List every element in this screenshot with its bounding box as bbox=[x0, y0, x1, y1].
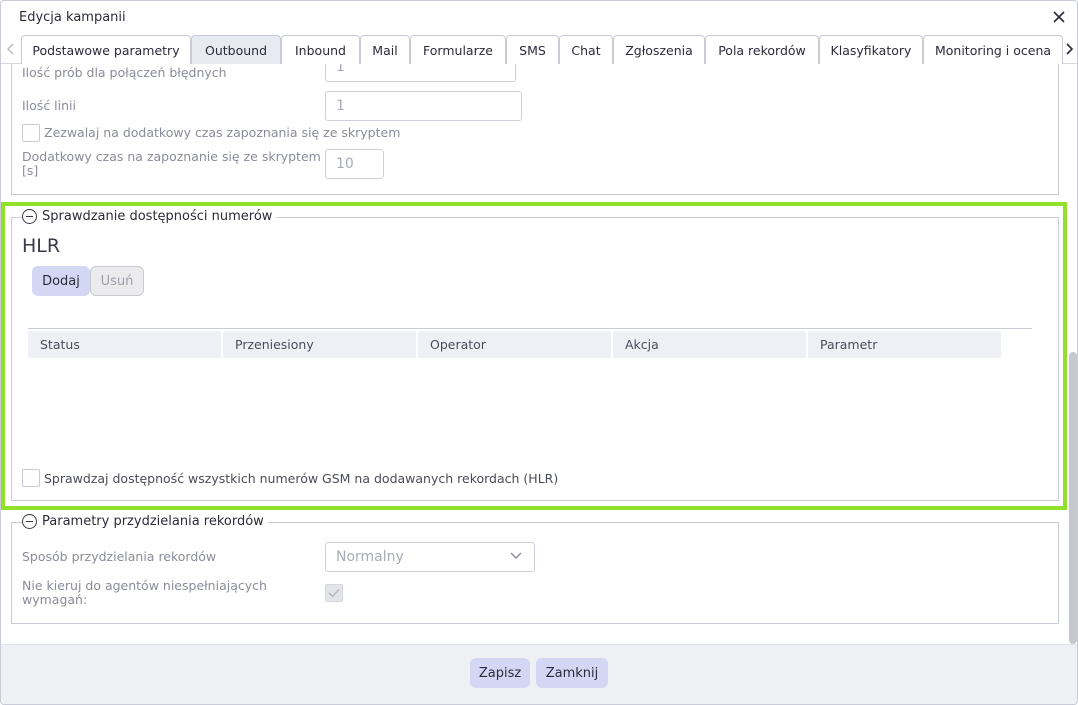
tab-mail[interactable]: Mail bbox=[360, 35, 410, 64]
tab-klasyfikatory[interactable]: Klasyfikatory bbox=[819, 35, 923, 64]
failed-attempts-input[interactable]: 1 bbox=[325, 64, 516, 82]
tab-chat[interactable]: Chat bbox=[559, 35, 613, 64]
column-header-akcja[interactable]: Akcja bbox=[613, 331, 806, 358]
lines-input[interactable]: 1 bbox=[325, 91, 522, 121]
extra-time-input[interactable]: 10 bbox=[325, 149, 384, 179]
tab-scroll-right-icon[interactable] bbox=[1061, 35, 1077, 63]
tab-monitoring-i-ocena[interactable]: Monitoring i ocena bbox=[923, 35, 1063, 64]
hlr-table-header: Status Przeniesiony Operator Akcja Param… bbox=[28, 328, 1032, 358]
add-button[interactable]: Dodaj bbox=[32, 266, 90, 296]
skip-agents-label-line2: wymagań: bbox=[22, 592, 88, 607]
check-all-gsm-label: Sprawdzaj dostępność wszystkich numerów … bbox=[44, 471, 559, 486]
tab-outbound[interactable]: Outbound bbox=[191, 35, 281, 64]
assignment-legend-text: Parametry przydzielania rekordów bbox=[42, 514, 264, 529]
tab-sms[interactable]: SMS bbox=[506, 35, 559, 64]
column-header-status[interactable]: Status bbox=[28, 331, 221, 358]
tab-pola-rekordow[interactable]: Pola rekordów bbox=[705, 35, 819, 64]
save-button[interactable]: Zapisz bbox=[470, 658, 530, 688]
outbound-parameters-section: Ilość prób dla połączeń błędnych 1 Ilość… bbox=[11, 64, 1059, 195]
assignment-legend: Parametry przydzielania rekordów bbox=[22, 514, 268, 529]
tab-podstawowe-parametry[interactable]: Podstawowe parametry bbox=[21, 35, 191, 64]
lines-label: Ilość linii bbox=[22, 98, 76, 113]
scrollbar-thumb[interactable] bbox=[1069, 352, 1077, 644]
failed-attempts-label: Ilość prób dla połączeń błędnych bbox=[22, 65, 227, 80]
tab-scroll-left-icon[interactable] bbox=[3, 35, 19, 63]
tab-zgloszenia[interactable]: Zgłoszenia bbox=[613, 35, 705, 64]
skip-agents-label-line1: Nie kieruj do agentów niespełniających bbox=[22, 578, 267, 593]
column-header-parametr[interactable]: Parametr bbox=[808, 331, 1001, 358]
check-all-gsm-checkbox[interactable] bbox=[22, 469, 40, 487]
assignment-method-select[interactable]: Normalny bbox=[325, 542, 535, 572]
column-header-operator[interactable]: Operator bbox=[418, 331, 611, 358]
check-icon bbox=[328, 588, 340, 598]
hlr-heading: HLR bbox=[22, 235, 61, 257]
allow-extra-time-label: Zezwalaj na dodatkowy czas zapoznania si… bbox=[44, 125, 401, 140]
allow-extra-time-checkbox[interactable] bbox=[22, 124, 40, 142]
remove-button[interactable]: Usuń bbox=[90, 266, 144, 296]
number-availability-section: Sprawdzanie dostępności numerów HLR Doda… bbox=[11, 209, 1059, 501]
column-header-przeniesiony[interactable]: Przeniesiony bbox=[223, 331, 416, 358]
close-icon[interactable] bbox=[1049, 7, 1069, 27]
dialog-title: Edycja kampanii bbox=[19, 9, 126, 25]
availability-legend-text: Sprawdzanie dostępności numerów bbox=[42, 209, 273, 224]
dialog-titlebar: Edycja kampanii bbox=[1, 1, 1077, 33]
extra-time-label-line2: [s] bbox=[22, 163, 39, 178]
tab-bar: Podstawowe parametry Outbound Inbound Ma… bbox=[1, 35, 1077, 64]
tab-formularze[interactable]: Formularze bbox=[410, 35, 506, 64]
tab-content: Ilość prób dla połączeń błędnych 1 Ilość… bbox=[1, 64, 1067, 644]
skip-agents-checkbox[interactable] bbox=[325, 584, 343, 602]
record-assignment-section: Parametry przydzielania rekordów Sposób … bbox=[11, 514, 1059, 624]
vertical-scrollbar[interactable] bbox=[1069, 64, 1077, 644]
campaign-edit-dialog: Edycja kampanii Podstawowe parametry Out… bbox=[0, 0, 1078, 705]
collapse-minus-icon[interactable] bbox=[22, 209, 37, 224]
chevron-down-icon bbox=[510, 552, 522, 559]
availability-legend: Sprawdzanie dostępności numerów bbox=[22, 209, 277, 224]
collapse-minus-icon[interactable] bbox=[22, 514, 37, 529]
extra-time-label-line1: Dodatkowy czas na zapoznanie się ze skry… bbox=[22, 149, 321, 164]
tab-inbound[interactable]: Inbound bbox=[281, 35, 360, 64]
close-button[interactable]: Zamknij bbox=[536, 658, 608, 688]
dialog-footer: Zapisz Zamknij bbox=[1, 644, 1077, 704]
assignment-method-label: Sposób przydzielania rekordów bbox=[22, 549, 217, 564]
